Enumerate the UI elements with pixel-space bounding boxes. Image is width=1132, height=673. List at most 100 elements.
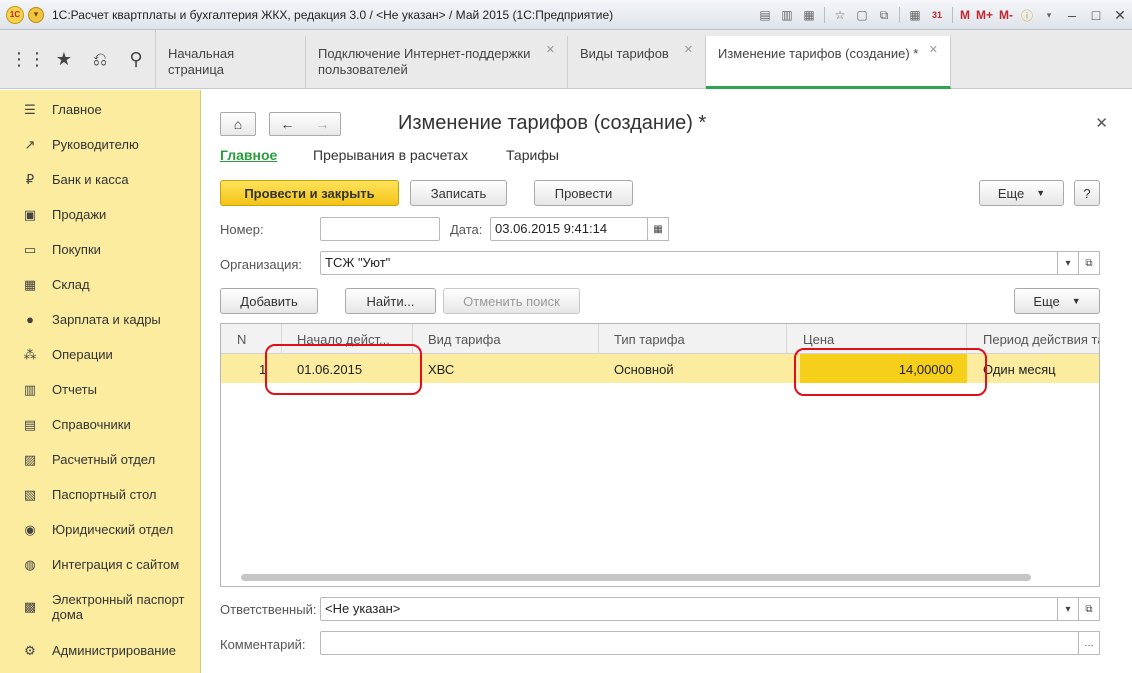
favorites-icon[interactable]: ☆: [830, 5, 850, 25]
date-label: Дата:: [450, 222, 483, 237]
search-icon[interactable]: ⚲: [118, 42, 154, 78]
sidebar-item-reports[interactable]: ▥ Отчеты: [0, 372, 201, 407]
cancel-search-button[interactable]: Отменить поиск: [443, 288, 580, 314]
memory-icon[interactable]: M: [960, 8, 970, 22]
form-title: Изменение тарифов (создание) *: [398, 112, 707, 134]
close-window-button[interactable]: ✕: [1108, 5, 1132, 25]
home-icon: ⌂: [233, 116, 243, 132]
warehouse-icon: ▦: [23, 276, 37, 292]
chevron-down-icon[interactable]: ▾: [1057, 597, 1079, 621]
bar-chart-icon: ▥: [23, 381, 37, 397]
sidebar-item-e-passport[interactable]: ▩ Электронный паспорт дома: [0, 585, 201, 629]
apps-grid-icon[interactable]: ⋮⋮: [10, 42, 46, 78]
sidebar-item-sales[interactable]: ▣ Продажи: [0, 197, 201, 232]
help-button[interactable]: ?: [1074, 180, 1100, 206]
sidebar-item-passport[interactable]: ▧ Паспортный стол: [0, 477, 201, 512]
responsible-label: Ответственный:: [220, 602, 317, 617]
calendar-icon[interactable]: 31: [927, 5, 947, 25]
sidebar-item-legal[interactable]: ◉ Юридический отдел: [0, 512, 201, 547]
passport-icon: ▧: [23, 486, 37, 502]
save-icon[interactable]: ▤: [755, 5, 775, 25]
number-label: Номер:: [220, 222, 264, 237]
menu-icon: ☰: [24, 101, 36, 117]
date-input[interactable]: 03.06.2015 9:41:14: [490, 217, 648, 241]
star-icon[interactable]: ★: [46, 42, 82, 78]
comment-label: Комментарий:: [220, 637, 306, 652]
minimize-button[interactable]: –: [1060, 5, 1084, 25]
sidebar-item-bank[interactable]: ₽ Банк и касса: [0, 162, 201, 197]
post-button[interactable]: Провести: [534, 180, 633, 206]
add-button[interactable]: Добавить: [220, 288, 318, 314]
post-and-close-button[interactable]: Провести и закрыть: [220, 180, 399, 206]
sidebar-item-warehouse[interactable]: ▦ Склад: [0, 267, 201, 302]
chevron-down-icon[interactable]: ▾: [1039, 5, 1059, 25]
sidebar-item-billing[interactable]: ▨ Расчетный отдел: [0, 442, 201, 477]
sidebar-item-salary[interactable]: ● Зарплата и кадры: [0, 302, 201, 337]
more-button[interactable]: Еще ▼: [979, 180, 1064, 206]
memory-plus-icon[interactable]: M+: [976, 8, 993, 22]
gear-icon: ⚙: [24, 642, 36, 658]
form-area: ⌂ ← → Изменение тарифов (создание) * ✕ Г…: [201, 90, 1132, 673]
close-tab-icon[interactable]: ✕: [546, 42, 555, 58]
sidebar-item-main[interactable]: ☰ Главное: [0, 92, 201, 127]
cart-icon: ▭: [23, 241, 37, 257]
tabs-bar: ⋮⋮ ★ ⎌ ⚲ Начальная страница Подключение …: [0, 30, 1132, 89]
close-tab-icon[interactable]: ✕: [929, 42, 938, 58]
history-icon[interactable]: ▢: [852, 5, 872, 25]
memory-minus-icon[interactable]: M-: [999, 8, 1013, 22]
open-icon[interactable]: ⧉: [1078, 597, 1100, 621]
print-icon[interactable]: ▥: [777, 5, 797, 25]
preview-icon[interactable]: ▦: [799, 5, 819, 25]
number-input[interactable]: [320, 217, 440, 241]
cell-n: 1: [259, 362, 267, 377]
highlight-start-date: [265, 344, 422, 395]
close-icon[interactable]: ✕: [1095, 114, 1108, 132]
info-icon[interactable]: ⓘ: [1017, 5, 1037, 25]
tab-tariff-change[interactable]: Изменение тарифов (создание) * ✕: [706, 36, 951, 89]
open-icon[interactable]: ⧉: [1078, 251, 1100, 275]
tab-home[interactable]: Начальная страница: [156, 36, 306, 89]
operations-icon: ⁂: [23, 346, 37, 362]
lawyer-icon: ◉: [24, 521, 36, 537]
sidebar-item-operations[interactable]: ⁂ Операции: [0, 337, 201, 372]
link-icon[interactable]: ⧉: [874, 5, 894, 25]
organization-input[interactable]: ТСЖ "Уют": [320, 251, 1058, 275]
tab-tariff-types[interactable]: Виды тарифов ✕: [568, 36, 706, 89]
person-icon: ●: [26, 312, 34, 327]
quick-panel: ⋮⋮ ★ ⎌ ⚲: [0, 30, 156, 89]
calendar-icon[interactable]: ▦: [647, 217, 669, 241]
maximize-button[interactable]: □: [1084, 5, 1108, 25]
window-title: 1С:Расчет квартплаты и бухгалтерия ЖКХ, …: [52, 7, 614, 22]
column-type[interactable]: Тип тарифа: [599, 324, 787, 354]
column-period[interactable]: Период действия та: [967, 324, 1099, 354]
xml-icon: ▩: [23, 599, 37, 614]
book-icon: ▤: [23, 416, 37, 432]
history-icon[interactable]: ⎌: [82, 42, 118, 78]
calculator-icon[interactable]: ▦: [905, 5, 925, 25]
save-button[interactable]: Записать: [410, 180, 507, 206]
subnav-main[interactable]: Главное: [220, 147, 277, 163]
responsible-input[interactable]: <Не указан>: [320, 597, 1058, 621]
sidebar-item-manager[interactable]: ↗ Руководителю: [0, 127, 201, 162]
tab-internet-support[interactable]: Подключение Интернет-поддержки пользоват…: [306, 36, 568, 89]
app-logo-icon: 1С: [6, 5, 24, 24]
arrow-right-icon[interactable]: →: [316, 116, 330, 132]
find-button[interactable]: Найти...: [345, 288, 436, 314]
main-menu-button[interactable]: ▾: [28, 6, 44, 23]
organization-label: Организация:: [220, 257, 303, 272]
table-more-button[interactable]: Еще ▼: [1014, 288, 1100, 314]
subnav-tariffs[interactable]: Тарифы: [506, 147, 559, 163]
chevron-down-icon[interactable]: ▾: [1057, 251, 1079, 275]
sidebar-item-purchases[interactable]: ▭ Покупки: [0, 232, 201, 267]
close-tab-icon[interactable]: ✕: [684, 42, 693, 58]
comment-input[interactable]: [320, 631, 1079, 655]
sidebar-item-catalogs[interactable]: ▤ Справочники: [0, 407, 201, 442]
sidebar-item-site-integration[interactable]: ◍ Интеграция с сайтом: [0, 547, 201, 582]
home-button[interactable]: ⌂: [220, 112, 256, 136]
subnav-interruptions[interactable]: Прерывания в расчетах: [313, 147, 468, 163]
ellipsis-icon[interactable]: …: [1078, 631, 1100, 655]
horizontal-scrollbar[interactable]: [241, 574, 1031, 581]
column-kind[interactable]: Вид тарифа: [413, 324, 599, 354]
arrow-left-icon[interactable]: ←: [281, 116, 295, 132]
sidebar-item-admin[interactable]: ⚙ Администрирование: [0, 633, 201, 668]
